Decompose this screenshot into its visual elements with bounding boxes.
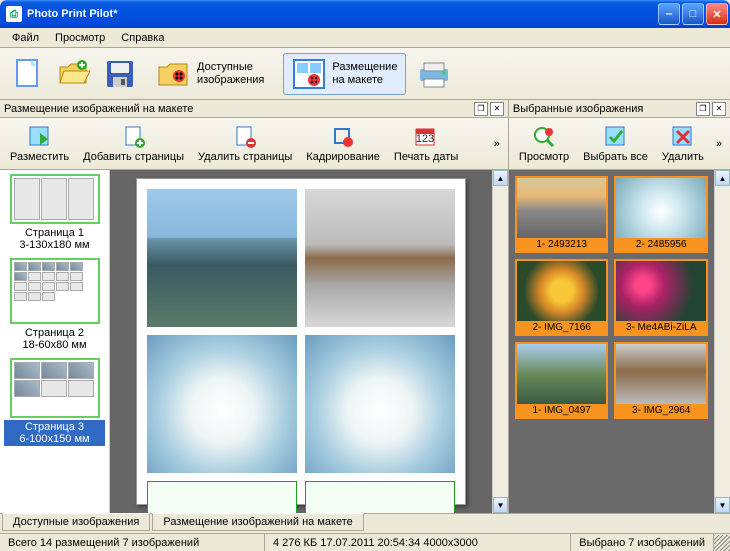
menu-help[interactable]: Справка [113, 30, 172, 46]
scroll-down-icon[interactable]: ▼ [715, 497, 730, 513]
close-button[interactable]: ✕ [706, 3, 728, 25]
print-button[interactable] [416, 56, 452, 92]
layout-scrollbar[interactable]: ▲ ▼ [492, 170, 508, 513]
layout-slot-empty[interactable] [305, 481, 455, 513]
layout-button[interactable]: Размещениена макете [283, 53, 406, 95]
gallery-thumb[interactable]: 2- IMG_7166 [515, 259, 609, 336]
tab-layout[interactable]: Размещение изображений на макете [152, 513, 363, 531]
layout-slot[interactable] [305, 335, 455, 473]
gallery-scrollbar[interactable]: ▲ ▼ [714, 170, 730, 513]
toolbar-overflow-icon[interactable]: » [712, 138, 726, 150]
menu-view[interactable]: Просмотр [47, 30, 113, 46]
page-thumb-3[interactable]: Страница 36-100x150 мм [4, 358, 105, 446]
selected-images-panel: Выбранные изображения ❐ ✕ Просмотр Выбра… [509, 100, 730, 513]
panel-close-icon[interactable]: ✕ [712, 102, 726, 116]
scroll-up-icon[interactable]: ▲ [493, 170, 508, 186]
layout-canvas[interactable]: Перетащитеизображения [110, 170, 492, 513]
layout-panel-title: Размещение изображений на макете [4, 103, 193, 115]
panel-restore-icon[interactable]: ❐ [696, 102, 710, 116]
panel-restore-icon[interactable]: ❐ [474, 102, 488, 116]
delete-pages-button[interactable]: Удалить страницы [192, 123, 298, 165]
resize-grip-icon[interactable] [714, 535, 730, 551]
new-button[interactable] [10, 56, 46, 92]
app-icon: ⎙ [6, 6, 22, 22]
menu-bar: Файл Просмотр Справка [0, 28, 730, 48]
layout-sheet: Перетащитеизображения [136, 178, 466, 505]
pages-strip[interactable]: Страница 13-130x180 мм Страница 218-60x8… [0, 170, 110, 513]
delete-button[interactable]: Удалить [656, 123, 710, 165]
status-placements: Всего 14 размещений 7 изображений [0, 534, 265, 551]
select-all-button[interactable]: Выбрать все [577, 123, 654, 165]
main-toolbar: Доступныеизображения Размещениена макете [0, 48, 730, 100]
gallery-thumb[interactable]: 3- Me4ABi-ZiLA [614, 259, 708, 336]
scroll-up-icon[interactable]: ▲ [715, 170, 730, 186]
window-title: Photo Print Pilot* [27, 8, 658, 20]
crop-button[interactable]: Кадрирование [300, 123, 386, 165]
status-bar: Всего 14 размещений 7 изображений 4 276 … [0, 533, 730, 551]
layout-slot-empty[interactable]: Перетащитеизображения [147, 481, 297, 513]
view-button[interactable]: Просмотр [513, 123, 575, 165]
maximize-button[interactable]: □ [682, 3, 704, 25]
gallery-thumb[interactable]: 2- 2485956 [614, 176, 708, 253]
scroll-down-icon[interactable]: ▼ [493, 497, 508, 513]
svg-text:123: 123 [416, 133, 434, 145]
add-pages-button[interactable]: Добавить страницы [77, 123, 190, 165]
layout-panel: Размещение изображений на макете ❐ ✕ Раз… [0, 100, 509, 513]
gallery-thumb[interactable]: 1- 2493213 [515, 176, 609, 253]
save-button[interactable] [102, 56, 138, 92]
status-selected: Выбрано 7 изображений [571, 534, 714, 551]
open-button[interactable] [56, 56, 92, 92]
available-images-label: Доступныеизображения [197, 61, 264, 87]
gallery-thumb[interactable]: 1- IMG_0497 [515, 342, 609, 419]
toolbar-overflow-icon[interactable]: » [490, 138, 504, 150]
print-date-button[interactable]: 123Печать даты [388, 123, 464, 165]
layout-label: Размещениена макете [332, 61, 397, 87]
place-button[interactable]: Разместить [4, 123, 75, 165]
minimize-button[interactable]: ‒ [658, 3, 680, 25]
layout-slot[interactable] [147, 189, 297, 327]
bottom-tabs: Доступные изображения Размещение изображ… [0, 513, 730, 533]
tab-available-images[interactable]: Доступные изображения [2, 513, 150, 531]
available-images-button[interactable]: Доступныеизображения [148, 54, 273, 94]
panel-close-icon[interactable]: ✕ [490, 102, 504, 116]
menu-file[interactable]: Файл [4, 30, 47, 46]
status-fileinfo: 4 276 КБ 17.07.2011 20:54:34 4000x3000 [265, 534, 571, 551]
gallery-thumb[interactable]: 3- IMG_2964 [614, 342, 708, 419]
layout-slot[interactable] [147, 335, 297, 473]
image-gallery[interactable]: 1- 2493213 2- 2485956 2- IMG_7166 3- Me4… [509, 170, 714, 513]
title-bar: ⎙ Photo Print Pilot* ‒ □ ✕ [0, 0, 730, 28]
selected-panel-title: Выбранные изображения [513, 103, 643, 115]
page-thumb-1[interactable]: Страница 13-130x180 мм [4, 174, 105, 252]
page-thumb-2[interactable]: Страница 218-60x80 мм [4, 258, 105, 352]
layout-slot[interactable] [305, 189, 455, 327]
